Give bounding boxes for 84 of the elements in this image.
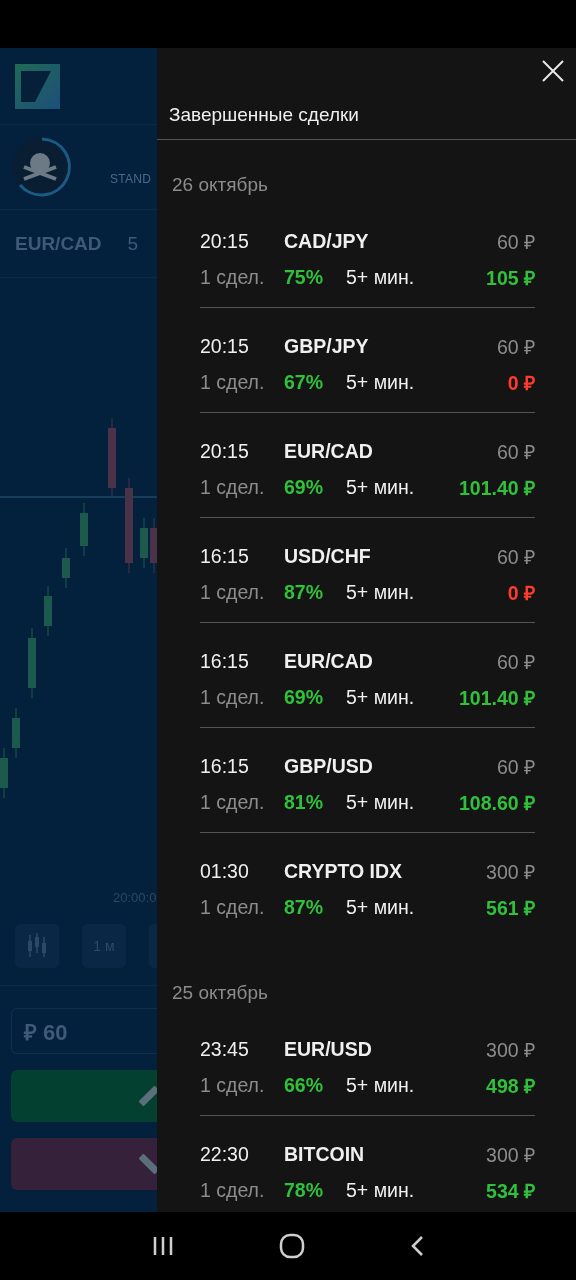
trade-time: 16:15 [200, 754, 250, 778]
trade-pair: BITCOIN [284, 1142, 366, 1166]
back-icon[interactable] [409, 1235, 424, 1257]
trade-percent: 69% [284, 685, 325, 709]
avatar[interactable] [10, 135, 74, 199]
candle [140, 517, 148, 569]
trade-duration: 5+ мин. [346, 475, 416, 499]
trade-payout: 0 ₽ [507, 580, 535, 606]
trade-count: 1 сдел. [200, 370, 266, 394]
trade-count: 1 сдел. [200, 475, 266, 499]
trade-time: 20:15 [200, 229, 250, 253]
date-header: 25 октябрь [171, 981, 269, 1005]
trade-payout: 498 ₽ [486, 1073, 535, 1099]
trade-stake: 60 ₽ [496, 754, 535, 780]
trade-duration: 5+ мин. [346, 895, 416, 919]
drawer-title: Завершенные сделки [157, 82, 576, 140]
trade-pair: EUR/CAD [284, 439, 374, 463]
trade-payout: 561 ₽ [486, 895, 535, 921]
trade-duration: 5+ мин. [346, 1178, 416, 1202]
trade-payout: 101.40 ₽ [458, 475, 535, 501]
trade-pair: CRYPTO IDX [284, 859, 404, 883]
trade-percent: 75% [284, 265, 325, 289]
trade-time: 22:30 [200, 1142, 250, 1166]
trade-pair: GBP/JPY [284, 334, 370, 358]
trade-count: 1 сдел. [200, 790, 266, 814]
trade-duration: 5+ мин. [346, 580, 416, 604]
trade-time: 16:15 [200, 649, 250, 673]
trade-percent: 87% [284, 895, 325, 919]
trade-payout: 108.60 ₽ [458, 790, 535, 816]
candle [12, 707, 20, 759]
trade-payout: 105 ₽ [486, 265, 535, 291]
logo [15, 63, 60, 109]
trade-duration: 5+ мин. [346, 685, 416, 709]
candle [80, 502, 88, 557]
trade-percent: 78% [284, 1178, 325, 1202]
trade-stake: 60 ₽ [496, 544, 535, 570]
trade-stake: 300 ₽ [486, 1142, 535, 1168]
trade-percent: 69% [284, 475, 325, 499]
trade-duration: 5+ мин. [346, 790, 416, 814]
trade-percent: 81% [284, 790, 325, 814]
candlestick-icon [26, 932, 48, 959]
trade-count: 1 сдел. [200, 685, 266, 709]
trade-duration: 5+ мин. [346, 370, 416, 394]
trade-percent: 66% [284, 1073, 325, 1097]
trade-time: 23:45 [200, 1037, 250, 1061]
trade-payout: 0 ₽ [507, 370, 535, 396]
trade-pair: EUR/USD [284, 1037, 373, 1061]
asset-time: 5 [127, 232, 139, 255]
trade-percent: 87% [284, 580, 325, 604]
trade-time: 01:30 [200, 859, 250, 883]
candle [28, 627, 36, 699]
close-icon [542, 60, 564, 82]
trade-count: 1 сдел. [200, 1178, 266, 1202]
trade-stake: 60 ₽ [496, 334, 535, 360]
trade-count: 1 сдел. [200, 895, 266, 919]
candle [62, 547, 70, 589]
trade-duration: 5+ мин. [346, 265, 416, 289]
trade-stake: 60 ₽ [496, 649, 535, 675]
candle [44, 585, 52, 637]
trade-payout: 101.40 ₽ [458, 685, 535, 711]
trade-percent: 67% [284, 370, 325, 394]
trade-pair: USD/CHF [284, 544, 372, 568]
trade-stake: 60 ₽ [496, 229, 535, 255]
trade-count: 1 сдел. [200, 1073, 266, 1097]
trade-stake: 300 ₽ [486, 859, 535, 885]
trade-count: 1 сдел. [200, 580, 266, 604]
trade-stake: 60 ₽ [496, 439, 535, 465]
trade-payout: 534 ₽ [486, 1178, 535, 1204]
asset-name[interactable]: EUR/CAD [15, 232, 102, 255]
candle [0, 747, 8, 798]
home-icon[interactable] [279, 1233, 305, 1259]
trade-time: 20:15 [200, 439, 250, 463]
account-label: STAND [110, 172, 152, 186]
trade-count: 1 сдел. [200, 265, 266, 289]
trade-pair: EUR/CAD [284, 649, 374, 673]
close-button[interactable] [542, 60, 564, 82]
trade-pair: GBP/USD [284, 754, 374, 778]
date-header: 26 октябрь [171, 173, 269, 197]
trade-pair: CAD/JPY [284, 229, 370, 253]
trade-duration: 5+ мин. [346, 1073, 416, 1097]
trade-stake: 300 ₽ [486, 1037, 535, 1063]
recent-apps-icon[interactable] [152, 1236, 175, 1256]
trade-time: 16:15 [200, 544, 250, 568]
trade-time: 20:15 [200, 334, 250, 358]
